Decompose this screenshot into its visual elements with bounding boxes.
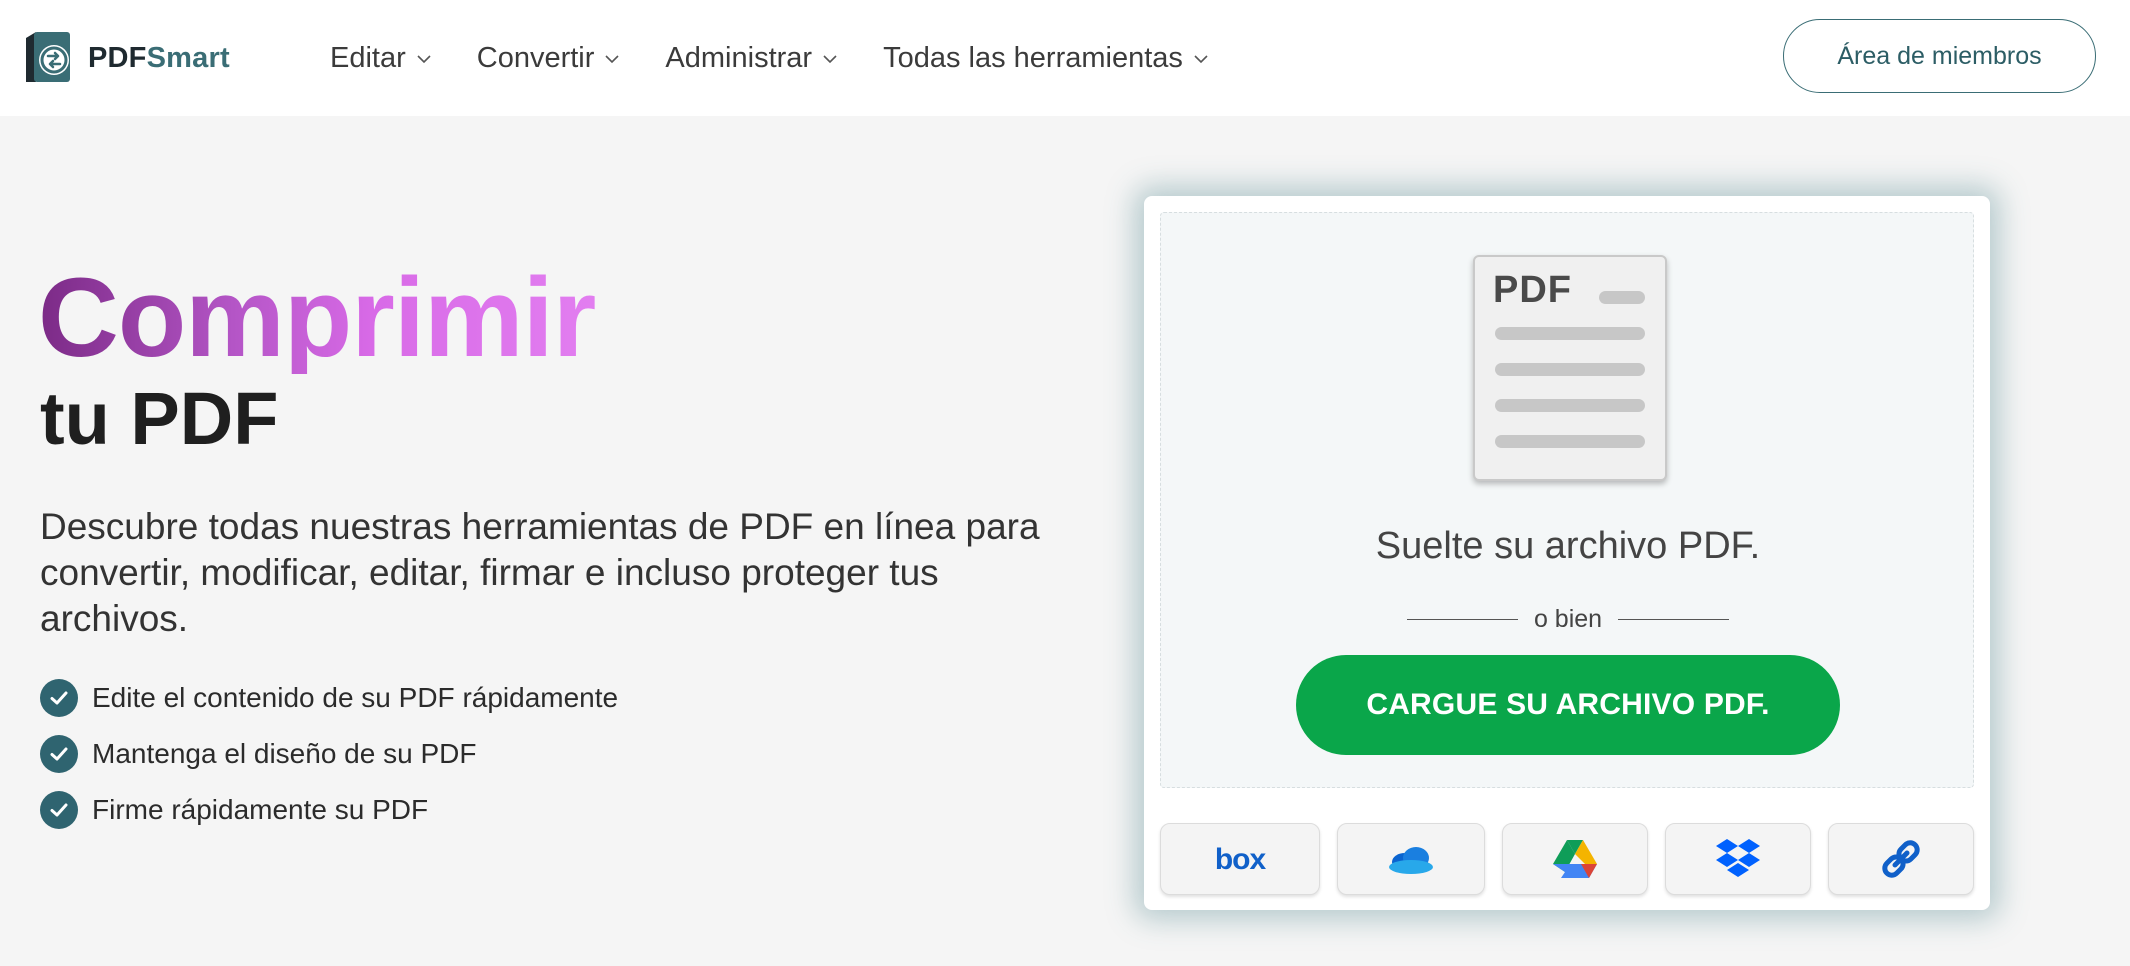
check-icon: [40, 679, 78, 717]
nav-editar-label: Editar: [330, 42, 406, 74]
feature-text: Mantenga el diseño de su PDF: [92, 738, 477, 769]
doc-line: [1599, 291, 1645, 304]
feature-text: Edite el contenido de su PDF rápidamente: [92, 682, 619, 713]
member-area-button[interactable]: Área de miembros: [1783, 19, 2096, 93]
upload-file-button[interactable]: CARGUE SU ARCHIVO PDF.: [1296, 655, 1840, 755]
drop-instruction: Suelte su archivo PDF.: [1375, 525, 1761, 567]
cloud-sources: box: [1160, 823, 1974, 895]
chevron-down-icon: [1194, 54, 1208, 63]
dropbox-icon: [1716, 839, 1760, 877]
box-source-button[interactable]: box: [1160, 823, 1320, 895]
onedrive-icon: [1389, 847, 1433, 874]
google-drive-source-button[interactable]: [1502, 823, 1648, 895]
pdf-document-icon: PDF: [1473, 255, 1667, 481]
doc-line: [1495, 363, 1645, 376]
nav-convertir[interactable]: Convertir: [477, 42, 621, 75]
drop-zone[interactable]: PDF Suelte su archivo PDF. o bien CARGUE…: [1160, 212, 1974, 788]
brand-name-part1: PDF: [88, 41, 147, 74]
feature-list: Edite el contenido de su PDF rápidamente…: [40, 670, 618, 838]
nav-editar[interactable]: Editar: [330, 42, 432, 75]
nav-convertir-label: Convertir: [476, 42, 595, 74]
pdf-doc-label: PDF: [1493, 269, 1572, 311]
top-header: PDFSmart Editar Convertir Administrar To…: [0, 0, 2130, 116]
doc-line: [1495, 327, 1645, 340]
or-text: o bien: [1533, 605, 1603, 633]
divider-line: [1407, 618, 1518, 621]
main-nav: Editar Convertir Administrar Todas las h…: [330, 42, 1254, 75]
brand-name-part2: Smart: [146, 41, 230, 74]
box-icon: box: [1215, 843, 1268, 876]
hero-subtitle: tu PDF: [40, 377, 279, 460]
brand-name: PDFSmart: [88, 42, 230, 75]
svg-text:box: box: [1215, 843, 1267, 876]
divider-line: [1618, 618, 1729, 621]
brand-logo[interactable]: PDFSmart: [22, 30, 230, 86]
google-drive-icon: [1553, 840, 1597, 878]
chevron-down-icon: [605, 54, 619, 63]
nav-todas-herramientas[interactable]: Todas las herramientas: [883, 42, 1209, 75]
pdfsmart-logo-icon: [22, 30, 78, 86]
url-source-button[interactable]: [1828, 823, 1974, 895]
feature-item: Firme rápidamente su PDF: [40, 782, 618, 838]
onedrive-source-button[interactable]: [1337, 823, 1485, 895]
check-icon: [40, 791, 78, 829]
hero-title: Comprimir: [38, 255, 596, 380]
feature-item: Mantenga el diseño de su PDF: [40, 726, 618, 782]
nav-administrar-label: Administrar: [665, 42, 813, 74]
link-icon: [1882, 840, 1920, 878]
feature-text: Firme rápidamente su PDF: [92, 794, 429, 825]
chevron-down-icon: [417, 54, 431, 63]
chevron-down-icon: [823, 54, 837, 63]
doc-line: [1495, 435, 1645, 448]
check-icon: [40, 735, 78, 773]
upload-card: PDF Suelte su archivo PDF. o bien CARGUE…: [1144, 196, 1990, 910]
or-divider: o bien: [1407, 605, 1729, 634]
dropbox-source-button[interactable]: [1665, 823, 1811, 895]
nav-todas-herramientas-label: Todas las herramientas: [883, 42, 1183, 74]
feature-item: Edite el contenido de su PDF rápidamente: [40, 670, 618, 726]
nav-administrar[interactable]: Administrar: [665, 42, 838, 75]
hero-description: Descubre todas nuestras herramientas de …: [40, 506, 1040, 639]
doc-line: [1495, 399, 1645, 412]
